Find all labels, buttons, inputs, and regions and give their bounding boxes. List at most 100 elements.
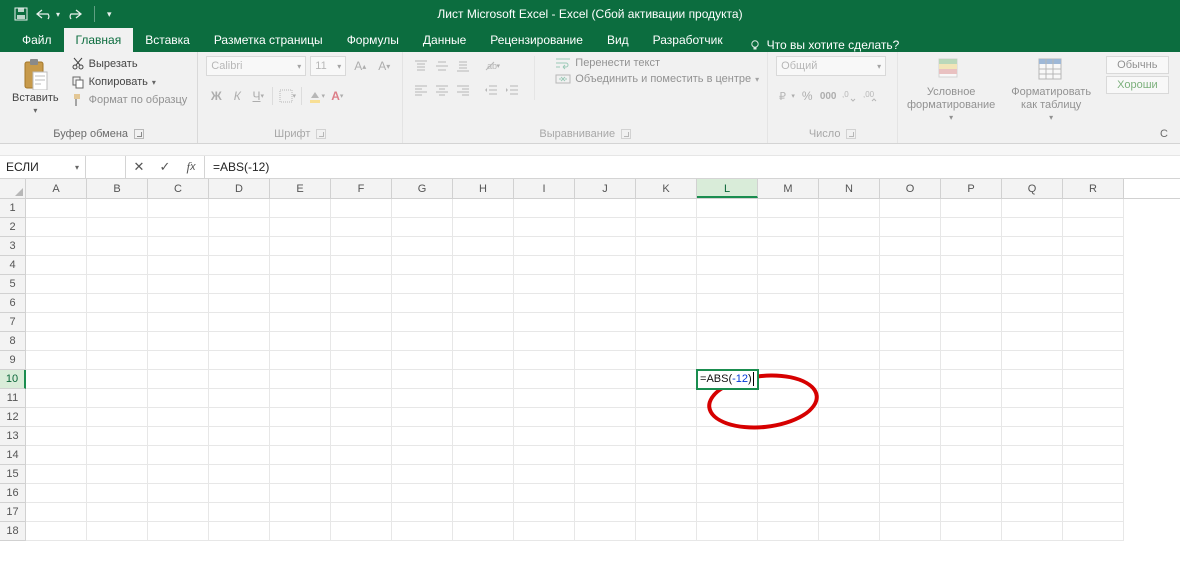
cell[interactable] <box>758 351 819 370</box>
cell[interactable] <box>209 275 270 294</box>
cell[interactable] <box>209 465 270 484</box>
row-header[interactable]: 17 <box>0 503 26 522</box>
cell[interactable] <box>636 446 697 465</box>
cut-button[interactable]: Вырезать <box>69 56 190 72</box>
cell[interactable] <box>697 294 758 313</box>
column-header[interactable]: A <box>26 179 87 198</box>
cell[interactable] <box>941 237 1002 256</box>
column-header[interactable]: O <box>880 179 941 198</box>
cell[interactable] <box>636 256 697 275</box>
cell[interactable] <box>1063 313 1124 332</box>
cell[interactable] <box>392 408 453 427</box>
dialog-launcher-icon[interactable] <box>134 129 144 139</box>
cell[interactable] <box>514 522 575 541</box>
cell[interactable] <box>758 465 819 484</box>
dialog-launcher-icon[interactable] <box>316 129 326 139</box>
cell[interactable] <box>87 503 148 522</box>
orientation-icon[interactable]: ab▾ <box>481 56 501 76</box>
cell[interactable] <box>636 427 697 446</box>
cell[interactable] <box>819 370 880 389</box>
accounting-format-icon[interactable]: ₽▾ <box>776 86 796 106</box>
cell[interactable] <box>148 294 209 313</box>
align-left-icon[interactable] <box>411 80 431 100</box>
font-color-icon[interactable]: A▾ <box>327 86 347 106</box>
bold-icon[interactable]: Ж <box>206 86 226 106</box>
align-right-icon[interactable] <box>453 80 473 100</box>
cell[interactable] <box>575 389 636 408</box>
cell[interactable] <box>697 351 758 370</box>
cell[interactable] <box>270 446 331 465</box>
row-header[interactable]: 16 <box>0 484 26 503</box>
fill-color-icon[interactable]: ▾ <box>306 86 326 106</box>
cell[interactable] <box>636 313 697 332</box>
cell[interactable] <box>392 370 453 389</box>
cell[interactable] <box>331 503 392 522</box>
cell[interactable] <box>453 446 514 465</box>
cell[interactable] <box>26 275 87 294</box>
column-header[interactable]: C <box>148 179 209 198</box>
cell[interactable] <box>453 427 514 446</box>
tab-view[interactable]: Вид <box>595 28 641 52</box>
cell[interactable] <box>514 218 575 237</box>
cell[interactable] <box>392 256 453 275</box>
cell[interactable] <box>453 484 514 503</box>
cell[interactable] <box>148 256 209 275</box>
cell[interactable] <box>697 484 758 503</box>
cell[interactable] <box>880 370 941 389</box>
cell[interactable] <box>270 218 331 237</box>
cell[interactable] <box>331 370 392 389</box>
cell[interactable] <box>941 484 1002 503</box>
number-format-combo[interactable]: Общий▾ <box>776 56 886 76</box>
cell[interactable] <box>392 351 453 370</box>
cell[interactable] <box>26 351 87 370</box>
cell[interactable] <box>1002 522 1063 541</box>
cell[interactable] <box>575 256 636 275</box>
cell[interactable] <box>148 275 209 294</box>
cell[interactable] <box>941 408 1002 427</box>
cell[interactable] <box>819 294 880 313</box>
cell[interactable] <box>758 332 819 351</box>
cell[interactable] <box>87 370 148 389</box>
cell[interactable] <box>575 408 636 427</box>
cell[interactable] <box>148 389 209 408</box>
cell[interactable] <box>1063 370 1124 389</box>
italic-icon[interactable]: К <box>227 86 247 106</box>
cell[interactable] <box>331 465 392 484</box>
cell[interactable] <box>514 199 575 218</box>
font-size-combo[interactable]: 11▾ <box>310 56 346 76</box>
cell[interactable] <box>1002 218 1063 237</box>
cell[interactable] <box>1002 427 1063 446</box>
cell[interactable] <box>148 313 209 332</box>
column-header[interactable]: G <box>392 179 453 198</box>
cell[interactable] <box>819 275 880 294</box>
column-header[interactable]: M <box>758 179 819 198</box>
cell[interactable] <box>1002 275 1063 294</box>
column-header[interactable]: I <box>514 179 575 198</box>
cell[interactable] <box>575 275 636 294</box>
cell[interactable] <box>453 275 514 294</box>
tab-page-layout[interactable]: Разметка страницы <box>202 28 335 52</box>
cell[interactable] <box>819 408 880 427</box>
cell[interactable] <box>575 503 636 522</box>
cell[interactable] <box>819 237 880 256</box>
row-header[interactable]: 10 <box>0 370 26 389</box>
cell[interactable] <box>575 237 636 256</box>
cell[interactable] <box>819 256 880 275</box>
cell[interactable] <box>1063 408 1124 427</box>
row-header[interactable]: 13 <box>0 427 26 446</box>
cell[interactable] <box>87 199 148 218</box>
cell[interactable] <box>26 313 87 332</box>
cell[interactable] <box>880 237 941 256</box>
cell[interactable] <box>26 218 87 237</box>
cell[interactable] <box>758 237 819 256</box>
cell[interactable] <box>87 218 148 237</box>
cell[interactable] <box>26 294 87 313</box>
cell[interactable] <box>697 256 758 275</box>
cell[interactable] <box>209 446 270 465</box>
cell[interactable] <box>941 370 1002 389</box>
paste-button[interactable]: Вставить ▾ <box>8 56 63 117</box>
cell[interactable] <box>514 503 575 522</box>
cell[interactable] <box>1063 389 1124 408</box>
comma-format-icon[interactable]: 000 <box>818 86 838 106</box>
cell[interactable] <box>26 522 87 541</box>
